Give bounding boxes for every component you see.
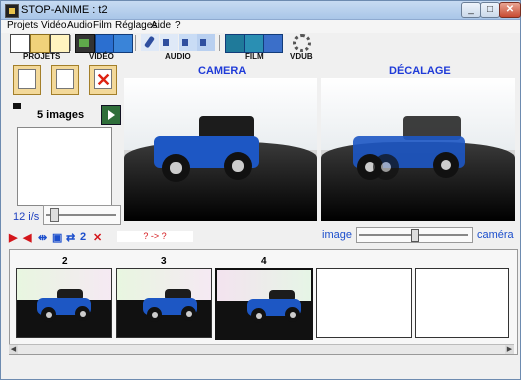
toolbar-separator [219,35,220,51]
film-export-icon[interactable] [225,34,245,53]
play-backward-icon[interactable]: ◀ [23,231,31,244]
app-icon [5,4,19,18]
projets-label: PROJETS [23,52,61,61]
car-wheel [162,154,190,182]
audio-save-icon[interactable] [197,34,215,51]
gear-icon[interactable] [293,34,311,52]
frame-thumbnail-selected[interactable] [215,268,313,340]
swap-icon[interactable]: ⇄ [66,231,75,244]
vdub-label: VDUB [290,52,313,61]
app-window: STOP-ANIME : t2 _ □ ✕ Projets Vidéo Audi… [0,0,521,380]
video-label: VIDÉO [89,52,114,61]
frame-thumbnail[interactable] [16,268,112,338]
delete-icon[interactable]: ✕ [93,231,102,244]
microphone-icon[interactable] [141,34,159,51]
copy-frame-icon[interactable]: ▣ [52,231,62,244]
audio-label: AUDIO [165,52,191,61]
toolbar: PROJETS VIDÉO AUDIO FILM VDUB [1,33,520,63]
camera-icon [13,103,21,109]
camera-view[interactable] [124,78,317,221]
scroll-left-icon[interactable]: ◀ [9,345,18,354]
control-bar: ▶ ◀ ⇹ ▣ ⇄ 2 ✕ ? -> ? [9,231,209,245]
film-save-icon[interactable] [263,34,283,53]
toolbar-separator [135,35,136,51]
offset-slider-thumb[interactable] [410,229,419,242]
menu-video[interactable]: Vidéo [41,20,66,31]
offset-image-label: image [322,229,352,241]
film-label: FILM [245,52,264,61]
toolbar-separator [70,35,71,51]
open-project-icon[interactable] [30,34,50,53]
images-count: 5 images [37,109,85,121]
project-panel: 5 images 12 i/s [9,63,121,231]
audio-settings-icon[interactable] [179,34,197,51]
camera-title: CAMERA [198,65,247,77]
play-button[interactable] [101,105,121,125]
menu-bar: Projets Vidéo Audio Film Réglages Aide ? [1,20,520,33]
close-button[interactable]: ✕ [499,2,521,18]
menu-help[interactable]: ? [175,20,181,31]
play-forward-icon[interactable]: ▶ [9,231,17,244]
status-bar [1,357,520,379]
split-icon[interactable]: ⇹ [38,231,47,244]
filmstrip: 2 3 4 [9,249,518,355]
car-wheel [433,152,459,178]
offset-camera-label: caméra [477,229,514,241]
empty-frame[interactable] [316,268,412,338]
menu-aide[interactable]: Aide [151,20,171,31]
new-project-icon[interactable] [10,34,30,53]
window-title: STOP-ANIME : t2 [21,4,108,16]
frame-label: 3 [161,256,167,267]
frame-counter: 2 [80,231,87,243]
title-bar[interactable]: STOP-ANIME : t2 _ □ ✕ [1,1,521,20]
car-wheel [224,152,252,180]
menu-audio[interactable]: Audio [67,20,93,31]
preview-box [17,127,112,206]
empty-frame[interactable] [415,268,509,338]
fps-slider-thumb[interactable] [50,208,59,222]
film-camera-icon[interactable] [244,34,264,53]
video-monitor-icon[interactable] [95,34,115,53]
fps-label: 12 i/s [13,211,40,223]
minimize-button[interactable]: _ [461,2,481,18]
fps-slider[interactable] [43,205,121,225]
frame-thumbnail[interactable] [116,268,212,338]
offset-title: DÉCALAGE [389,65,451,77]
video-film-icon[interactable] [75,34,95,53]
offset-slider[interactable] [356,227,473,243]
scroll-right-icon[interactable]: ▶ [505,345,514,354]
offset-bar: image caméra [319,223,519,245]
speaker-icon[interactable] [160,34,178,51]
frame-label: 2 [62,256,68,267]
project-film-icon[interactable] [51,65,79,95]
copy-project-icon[interactable] [50,34,70,53]
video-save-icon[interactable] [113,34,133,53]
project-film-icon[interactable] [13,65,41,95]
menu-film[interactable]: Film [93,20,112,31]
maximize-button[interactable]: □ [480,2,500,18]
menu-projets[interactable]: Projets [7,20,38,31]
offset-view[interactable] [321,78,515,221]
filmstrip-scrollbar[interactable]: ◀ ▶ [9,344,514,354]
delete-project-icon[interactable] [89,65,117,95]
frame-label: 4 [261,256,267,267]
car-wheel [373,154,399,180]
status-field: ? -> ? [117,231,193,242]
